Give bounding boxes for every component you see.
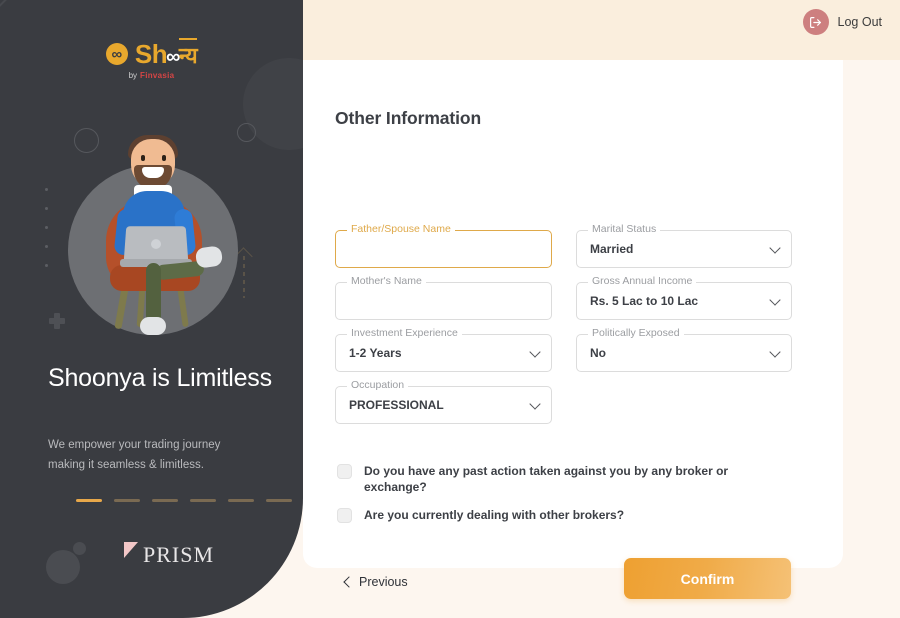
checkbox-row-other-brokers[interactable]: Are you currently dealing with other bro… xyxy=(337,507,757,523)
checkbox-label-past-action: Do you have any past action taken agains… xyxy=(364,464,729,495)
value-gross-annual-income: Rs. 5 Lac to 10 Lac xyxy=(590,294,699,308)
hero-illustration xyxy=(68,135,238,340)
field-father-spouse-name[interactable]: Father/Spouse Name xyxy=(335,223,552,268)
chevron-down-icon[interactable] xyxy=(771,244,780,253)
field-investment-experience[interactable]: Investment Experience 1-2 Years xyxy=(335,327,552,372)
logo-by-text: by xyxy=(128,71,138,80)
logo-text-lead: Sh xyxy=(134,39,168,69)
checkbox-other-brokers[interactable] xyxy=(337,508,352,523)
carousel-dot-6[interactable] xyxy=(266,499,292,502)
logo-devanagari: न्य xyxy=(178,38,198,70)
promo-headline: Shoonya is Limitless xyxy=(48,364,272,392)
promo-subline: We empower your trading journey making i… xyxy=(48,439,221,472)
field-label-investment-experience: Investment Experience xyxy=(347,327,462,340)
promo-panel: ∞ Sh ∞ न्य by Finvasia Shoonya is Limitl… xyxy=(0,0,303,618)
input-father-spouse-name[interactable] xyxy=(347,231,537,267)
carousel-dot-3[interactable] xyxy=(152,499,178,502)
dots-decoration xyxy=(45,188,48,283)
value-investment-experience: 1-2 Years xyxy=(349,346,402,360)
carousel-dot-4[interactable] xyxy=(190,499,216,502)
previous-button[interactable]: Previous xyxy=(343,575,408,589)
plus-decoration xyxy=(49,313,65,329)
input-mothers-name[interactable] xyxy=(347,283,537,319)
chevron-down-icon[interactable] xyxy=(771,348,780,357)
circle-decoration-small xyxy=(73,542,86,555)
form-card: Other Information Father/Spouse Name Mot… xyxy=(303,60,843,599)
prism-triangle-icon xyxy=(122,542,142,568)
circle-decoration-large xyxy=(46,550,80,584)
carousel-indicators[interactable] xyxy=(76,499,292,502)
carousel-dot-5[interactable] xyxy=(228,499,254,502)
page-title: Other Information xyxy=(335,108,482,128)
logo-company-name: Finvasia xyxy=(140,71,175,80)
value-marital-status: Married xyxy=(590,242,634,256)
value-politically-exposed: No xyxy=(590,346,606,360)
field-label-gross-annual-income: Gross Annual Income xyxy=(588,275,697,288)
prism-logo: PRISM xyxy=(122,542,214,568)
field-label-marital-status: Marital Status xyxy=(588,223,661,236)
chevron-down-icon[interactable] xyxy=(531,348,540,357)
field-mothers-name[interactable]: Mother's Name xyxy=(335,275,552,320)
logout-label: Log Out xyxy=(837,15,882,29)
previous-label: Previous xyxy=(359,575,408,589)
value-occupation: PROFESSIONAL xyxy=(349,398,444,412)
field-label-occupation: Occupation xyxy=(347,379,409,392)
brand-logo: ∞ Sh ∞ न्य by Finvasia xyxy=(0,38,303,80)
chevron-down-icon[interactable] xyxy=(771,296,780,305)
checkbox-past-action[interactable] xyxy=(337,464,352,479)
field-occupation[interactable]: Occupation PROFESSIONAL xyxy=(335,379,552,424)
chevron-left-icon xyxy=(343,578,351,586)
logout-button[interactable]: Log Out xyxy=(802,9,882,35)
field-politically-exposed[interactable]: Politically Exposed No xyxy=(576,327,792,372)
checkbox-label-other-brokers: Are you currently dealing with other bro… xyxy=(364,508,625,522)
logout-icon xyxy=(802,9,829,35)
ring-decoration-right xyxy=(237,123,256,142)
field-label-politically-exposed: Politically Exposed xyxy=(588,327,684,340)
carousel-dot-1[interactable] xyxy=(76,499,102,502)
logo-infinity-glyph: ∞ xyxy=(166,46,180,68)
field-gross-annual-income[interactable]: Gross Annual Income Rs. 5 Lac to 10 Lac xyxy=(576,275,792,320)
confirm-button[interactable]: Confirm xyxy=(624,558,791,599)
prism-logo-text: PRISM xyxy=(143,542,215,567)
chevron-down-icon[interactable] xyxy=(531,400,540,409)
checkbox-row-past-action[interactable]: Do you have any past action taken agains… xyxy=(337,463,757,495)
field-marital-status[interactable]: Marital Status Married xyxy=(576,223,792,268)
carousel-dot-2[interactable] xyxy=(114,499,140,502)
infinity-icon: ∞ xyxy=(105,43,128,65)
